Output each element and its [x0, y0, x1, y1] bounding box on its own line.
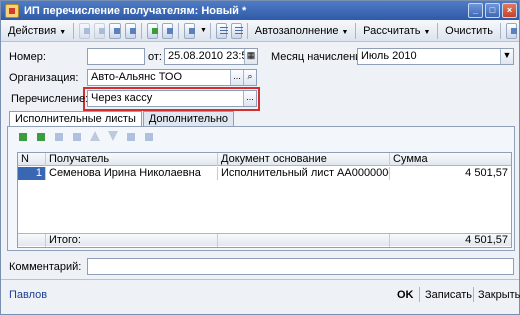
select-button[interactable]: ... [243, 91, 256, 106]
tab-additional[interactable]: Дополнительно [142, 111, 235, 126]
column-header[interactable]: Получатель [46, 153, 218, 166]
structure-icon[interactable] [215, 22, 228, 39]
table-footer: Итого: 4 501,57 [18, 233, 511, 247]
table-header: N Получатель Документ основание Сумма [18, 153, 511, 166]
maximize-button[interactable]: □ [485, 3, 500, 18]
toolbar: Действия ▼ ▼ Автозаполнение ▼ Рассчитать ▼ … [1, 20, 519, 42]
add-row-icon[interactable] [16, 130, 31, 145]
sort-asc-icon[interactable] [124, 130, 139, 145]
actions-menu-label: Действия [8, 24, 57, 37]
toolbar-separator [247, 22, 248, 39]
print-icon[interactable] [183, 22, 195, 39]
edit-row-icon[interactable] [52, 130, 67, 145]
move-down-icon[interactable] [106, 130, 121, 145]
close-button[interactable]: Закрыть [478, 286, 520, 304]
user-link[interactable]: Павлов [9, 286, 47, 304]
checklist-icon[interactable] [230, 22, 244, 39]
writs-table: N Получатель Документ основание Сумма 1 … [17, 152, 512, 248]
organization-value: Авто-Альянс ТОО [91, 71, 183, 83]
toolbar-separator [178, 22, 179, 39]
delete-icon[interactable] [124, 22, 136, 39]
accrual-month-label: Месяц начисления: [271, 51, 371, 63]
calendar-icon[interactable]: ▦ [244, 49, 257, 64]
copy-row-icon[interactable] [34, 130, 49, 145]
move-up-icon[interactable] [88, 130, 103, 145]
actions-menu[interactable]: Действия ▼ [4, 22, 70, 40]
button-separator [473, 287, 474, 302]
organization-label: Организация: [9, 72, 79, 84]
toolbar-separator [209, 22, 211, 39]
title-bar: ИП перечисление получателям: Новый * _ □… [1, 1, 519, 20]
date-label: от: [148, 51, 162, 63]
organization-field[interactable]: Авто-Альянс ТОО ... ⌕ [87, 69, 257, 86]
comment-label: Комментарий: [9, 261, 82, 273]
footer-cell [18, 234, 46, 247]
toolbar-separator [140, 22, 142, 39]
add-icon[interactable] [78, 22, 91, 39]
chevron-down-icon[interactable]: ▼ [200, 27, 207, 34]
clear-button[interactable]: Очистить [441, 22, 497, 40]
footer-total-label: Итого: [46, 234, 218, 247]
toolbar-separator [73, 22, 74, 39]
edit-icon[interactable] [109, 22, 121, 39]
tab-bar: Исполнительные листы Дополнительно [9, 111, 235, 127]
search-icon[interactable]: ⌕ [243, 70, 256, 85]
accrual-month-value: Июль 2010 [361, 50, 417, 62]
toolbar-separator [355, 22, 357, 39]
document-window: ИП перечисление получателям: Новый * _ □… [0, 0, 520, 315]
autofill-menu[interactable]: Автозаполнение ▼ [251, 22, 353, 40]
table-row[interactable]: 1 Семенова Ирина Николаевна Исполнительн… [18, 167, 511, 180]
column-header[interactable]: N [18, 153, 46, 166]
cell-amount: 4 501,57 [465, 167, 508, 179]
button-separator [419, 287, 420, 302]
close-window-button[interactable]: × [502, 3, 517, 18]
toolbar-separator [500, 22, 501, 39]
save-button[interactable]: Записать [425, 286, 472, 304]
window-title: ИП перечисление получателям: Новый * [24, 4, 247, 17]
chevron-down-icon: ▼ [59, 28, 67, 36]
transfer-label: Перечисление: [11, 93, 89, 105]
calculate-menu-label: Рассчитать [363, 24, 421, 37]
help-icon[interactable] [505, 22, 517, 39]
action-bar: Павлов OK Записать Закрыть [1, 279, 520, 314]
column-header[interactable]: Сумма [390, 153, 511, 166]
chevron-down-icon: ▼ [423, 28, 431, 36]
tab-panel: N Получатель Документ основание Сумма 1 … [7, 126, 515, 251]
chevron-down-icon: ▼ [341, 28, 349, 36]
table-toolbar [16, 130, 160, 145]
autofill-menu-label: Автозаполнение [254, 24, 339, 37]
accrual-month-field[interactable]: Июль 2010 ▼ [357, 48, 514, 65]
cell-recipient: Семенова Ирина Николаевна [46, 167, 218, 180]
toolbar-separator [437, 22, 439, 39]
transfer-field[interactable]: Через кассу ... [87, 90, 257, 107]
number-field[interactable] [87, 48, 145, 65]
document-icon [5, 3, 19, 18]
tab-writs[interactable]: Исполнительные листы [9, 111, 142, 127]
transfer-value: Через кассу [91, 92, 153, 104]
sort-desc-icon[interactable] [142, 130, 157, 145]
ok-button[interactable]: OK [397, 286, 414, 304]
column-header[interactable]: Документ основание [218, 153, 390, 166]
copy-icon[interactable] [94, 22, 106, 39]
footer-cell [218, 234, 390, 247]
movements-icon[interactable] [161, 22, 174, 39]
comment-field[interactable] [87, 258, 514, 275]
chevron-down-icon[interactable]: ▼ [500, 49, 513, 64]
date-field[interactable]: 25.08.2010 23:59:5 ▦ [164, 48, 258, 65]
footer-total-value: 4 501,57 [465, 234, 508, 246]
number-label: Номер: [9, 51, 46, 63]
post-document-icon[interactable] [146, 22, 158, 39]
cell-n: 1 [18, 167, 46, 180]
minimize-button[interactable]: _ [468, 3, 483, 18]
select-button[interactable]: ... [230, 70, 243, 85]
calculate-menu[interactable]: Рассчитать ▼ [359, 22, 434, 40]
cell-document: Исполнительный лист АА000000001 ... [218, 167, 390, 180]
delete-row-icon[interactable] [70, 130, 85, 145]
